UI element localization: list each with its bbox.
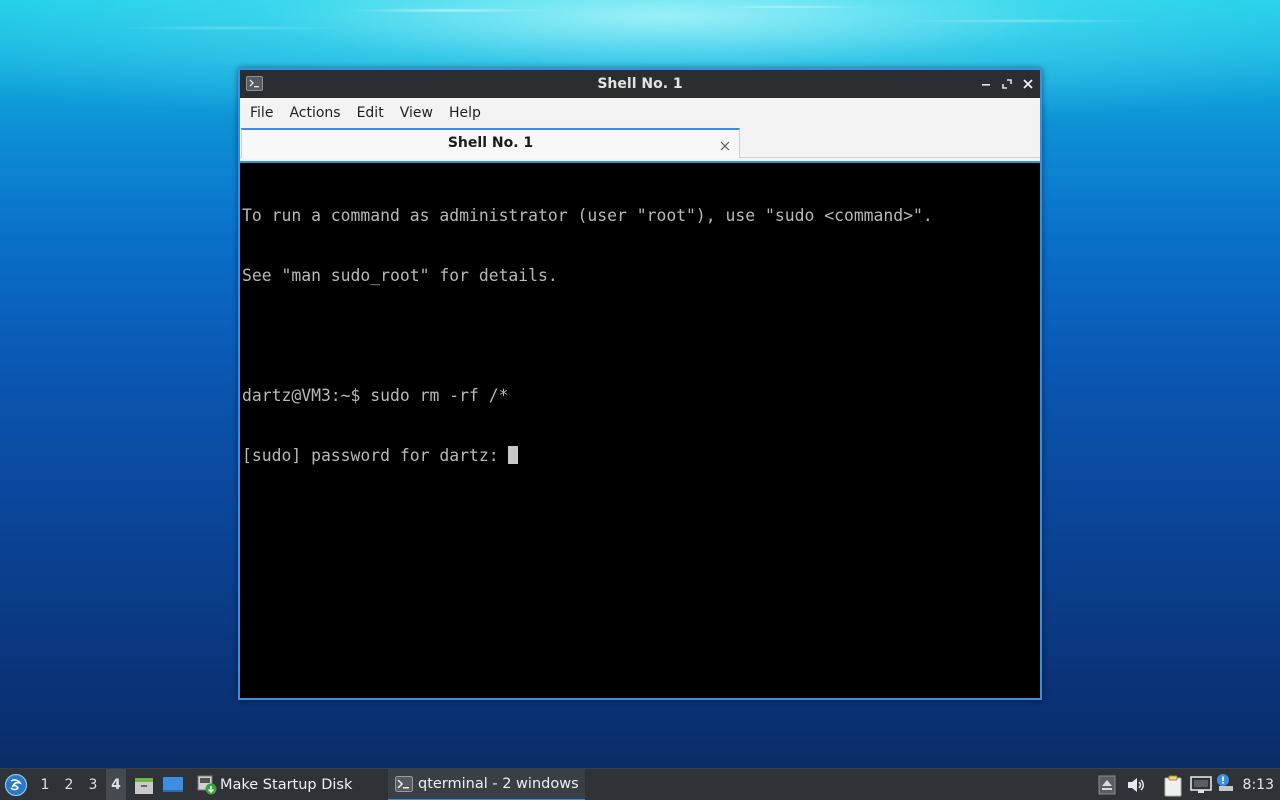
eject-icon: [1098, 775, 1116, 795]
terminal-line: To run a command as administrator (user …: [242, 206, 933, 225]
tray-eject[interactable]: [1098, 775, 1118, 795]
maximize-icon: [1002, 79, 1012, 89]
task-label: Make Startup Disk: [220, 777, 353, 793]
tab-close-button[interactable]: [719, 137, 731, 151]
clipboard-icon: [1164, 775, 1182, 797]
file-manager-icon: [135, 778, 153, 794]
tab-shell-1[interactable]: Shell No. 1: [241, 128, 740, 158]
terminal-line: dartz@VM3:~$ sudo rm -rf /*: [242, 386, 509, 405]
workspace-3[interactable]: 3: [83, 769, 103, 800]
menu-bar: File Actions Edit View Help: [240, 98, 1040, 128]
window-title: Shell No. 1: [597, 76, 683, 92]
clock[interactable]: 8:13: [1243, 769, 1274, 800]
close-icon: [1023, 79, 1033, 89]
notification-icon: [1217, 774, 1233, 791]
terminal-window[interactable]: Shell No. 1 File Actions Edit View Help …: [238, 68, 1042, 700]
tab-label: Shell No. 1: [447, 135, 534, 151]
network-icon: [1190, 776, 1212, 793]
tray-network[interactable]: [1190, 775, 1212, 795]
volume-icon: [1128, 778, 1144, 792]
show-desktop-launcher[interactable]: [162, 775, 183, 795]
menu-file[interactable]: File: [242, 98, 281, 128]
taskbar: 1 2 3 4 Make Startup Disk qterminal - 2 …: [0, 768, 1280, 800]
task-label: qterminal - 2 windows: [418, 776, 579, 792]
text-cursor: [508, 446, 519, 464]
terminal-line: See "man sudo_root" for details.: [242, 266, 558, 285]
maximize-button[interactable]: [1001, 78, 1013, 90]
menu-view[interactable]: View: [392, 98, 441, 128]
task-make-startup-disk[interactable]: Make Startup Disk: [194, 769, 374, 800]
menu-help[interactable]: Help: [441, 98, 489, 128]
window-titlebar[interactable]: Shell No. 1: [240, 70, 1040, 98]
startup-disk-icon: [197, 775, 217, 795]
tray-clipboard[interactable]: [1163, 775, 1183, 797]
wallpaper-highlight: [0, 0, 1280, 70]
start-menu-button[interactable]: [4, 773, 28, 797]
workspace-1[interactable]: 1: [35, 769, 55, 800]
tab-bar: Shell No. 1: [240, 128, 1040, 158]
terminal-icon: [395, 776, 413, 792]
workspace-4[interactable]: 4: [106, 769, 126, 800]
close-icon: [720, 141, 730, 151]
minimize-button[interactable]: [980, 78, 992, 90]
file-manager-launcher[interactable]: [134, 775, 154, 795]
close-button[interactable]: [1022, 78, 1034, 90]
workspace-2[interactable]: 2: [59, 769, 79, 800]
tray-volume[interactable]: [1126, 775, 1146, 795]
desktop-icon: [163, 777, 183, 792]
menu-actions[interactable]: Actions: [281, 98, 348, 128]
task-qterminal[interactable]: qterminal - 2 windows: [388, 769, 585, 800]
menu-edit[interactable]: Edit: [349, 98, 392, 128]
terminal-prompt-line: [sudo] password for dartz:: [242, 446, 1038, 466]
minimize-icon: [982, 84, 990, 86]
terminal-output[interactable]: To run a command as administrator (user …: [240, 161, 1040, 698]
tray-updates[interactable]: [1216, 773, 1236, 793]
password-prompt: [sudo] password for dartz:: [242, 446, 509, 465]
lubuntu-logo-icon: [4, 773, 28, 797]
